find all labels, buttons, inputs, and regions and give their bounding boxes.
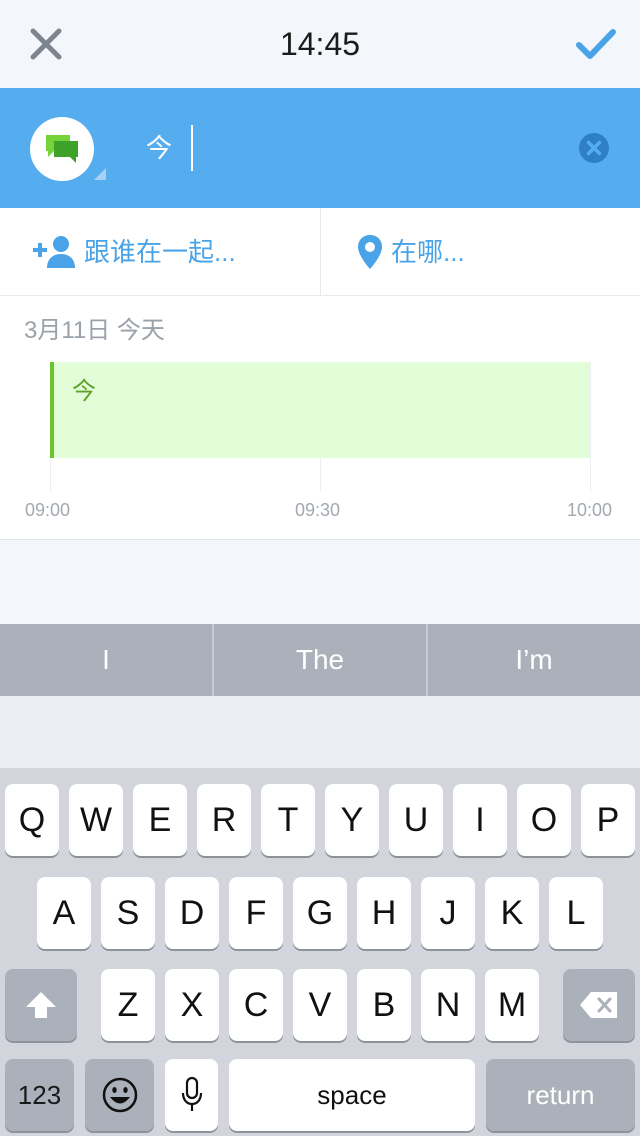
suggestion-1[interactable]: I xyxy=(0,624,212,696)
key-v[interactable]: V xyxy=(293,969,347,1041)
text-caret xyxy=(191,125,193,171)
key-s[interactable]: S xyxy=(101,877,155,949)
top-bar: 14:45 xyxy=(0,0,640,88)
location-label: 在哪... xyxy=(391,237,465,267)
chat-bubbles-icon xyxy=(46,135,78,163)
key-e[interactable]: E xyxy=(133,784,187,856)
with-whom-label: 跟谁在一起... xyxy=(84,237,236,267)
event-block-title: 今 xyxy=(72,378,96,405)
key-c[interactable]: C xyxy=(229,969,283,1041)
clear-input-button[interactable] xyxy=(578,132,610,164)
key-h[interactable]: H xyxy=(357,877,411,949)
checkmark-icon xyxy=(576,29,616,59)
key-x[interactable]: X xyxy=(165,969,219,1041)
key-g[interactable]: G xyxy=(293,877,347,949)
event-type-selector[interactable] xyxy=(30,117,94,181)
return-key[interactable]: return xyxy=(486,1059,635,1131)
key-j[interactable]: J xyxy=(421,877,475,949)
key-d[interactable]: D xyxy=(165,877,219,949)
key-p[interactable]: P xyxy=(581,784,635,856)
emoji-key[interactable] xyxy=(85,1059,154,1131)
clear-icon xyxy=(579,133,609,163)
key-q[interactable]: Q xyxy=(5,784,59,856)
with-whom-button[interactable]: 跟谁在一起... xyxy=(0,208,320,296)
date-label: 3月11日 今天 xyxy=(24,317,165,344)
key-f[interactable]: F xyxy=(229,877,283,949)
key-y[interactable]: Y xyxy=(325,784,379,856)
emoji-icon xyxy=(102,1077,137,1113)
title-input-bar: 今 xyxy=(0,88,640,208)
dropdown-corner-icon xyxy=(94,168,106,180)
space-key[interactable]: space xyxy=(229,1059,475,1131)
tick-line-1000 xyxy=(590,362,591,492)
dictation-key[interactable] xyxy=(165,1059,218,1131)
key-r[interactable]: R xyxy=(197,784,251,856)
key-w[interactable]: W xyxy=(69,784,123,856)
keyboard: Q W E R T Y U I O P A S D F G H J K L Z … xyxy=(0,768,640,1136)
key-k[interactable]: K xyxy=(485,877,539,949)
key-a[interactable]: A xyxy=(37,877,91,949)
event-title-input[interactable]: 今 xyxy=(146,128,172,168)
shift-arrow-icon xyxy=(26,992,56,1018)
event-block[interactable]: 今 xyxy=(50,362,590,458)
suggestion-2[interactable]: The xyxy=(214,624,426,696)
key-o[interactable]: O xyxy=(517,784,571,856)
add-person-icon xyxy=(33,236,75,268)
key-t[interactable]: T xyxy=(261,784,315,856)
suggestion-3[interactable]: I’m xyxy=(428,624,640,696)
tick-label-0930: 09:30 xyxy=(295,500,341,520)
location-pin-icon xyxy=(358,235,382,269)
status-time: 14:45 xyxy=(279,26,361,62)
key-n[interactable]: N xyxy=(421,969,475,1041)
tick-label-0900: 09:00 xyxy=(25,500,71,520)
microphone-icon xyxy=(181,1076,202,1111)
backspace-key[interactable] xyxy=(563,969,635,1041)
key-u[interactable]: U xyxy=(389,784,443,856)
day-timeline: 3月11日 今天 今 09:00 09:30 10:00 xyxy=(0,296,640,540)
key-b[interactable]: B xyxy=(357,969,411,1041)
key-i[interactable]: I xyxy=(453,784,507,856)
shift-key[interactable] xyxy=(5,969,77,1041)
backspace-icon xyxy=(580,992,617,1018)
key-l[interactable]: L xyxy=(549,877,603,949)
tick-label-1000: 10:00 xyxy=(567,500,613,520)
key-m[interactable]: M xyxy=(485,969,539,1041)
numbers-key[interactable]: 123 xyxy=(5,1059,74,1131)
predictive-text-bar: I The I’m xyxy=(0,624,640,696)
event-options-row: 跟谁在一起... 在哪... xyxy=(0,208,640,296)
key-z[interactable]: Z xyxy=(101,969,155,1041)
location-button[interactable]: 在哪... xyxy=(321,208,640,296)
keyboard-top-panel xyxy=(0,696,640,768)
confirm-button[interactable] xyxy=(574,22,618,66)
